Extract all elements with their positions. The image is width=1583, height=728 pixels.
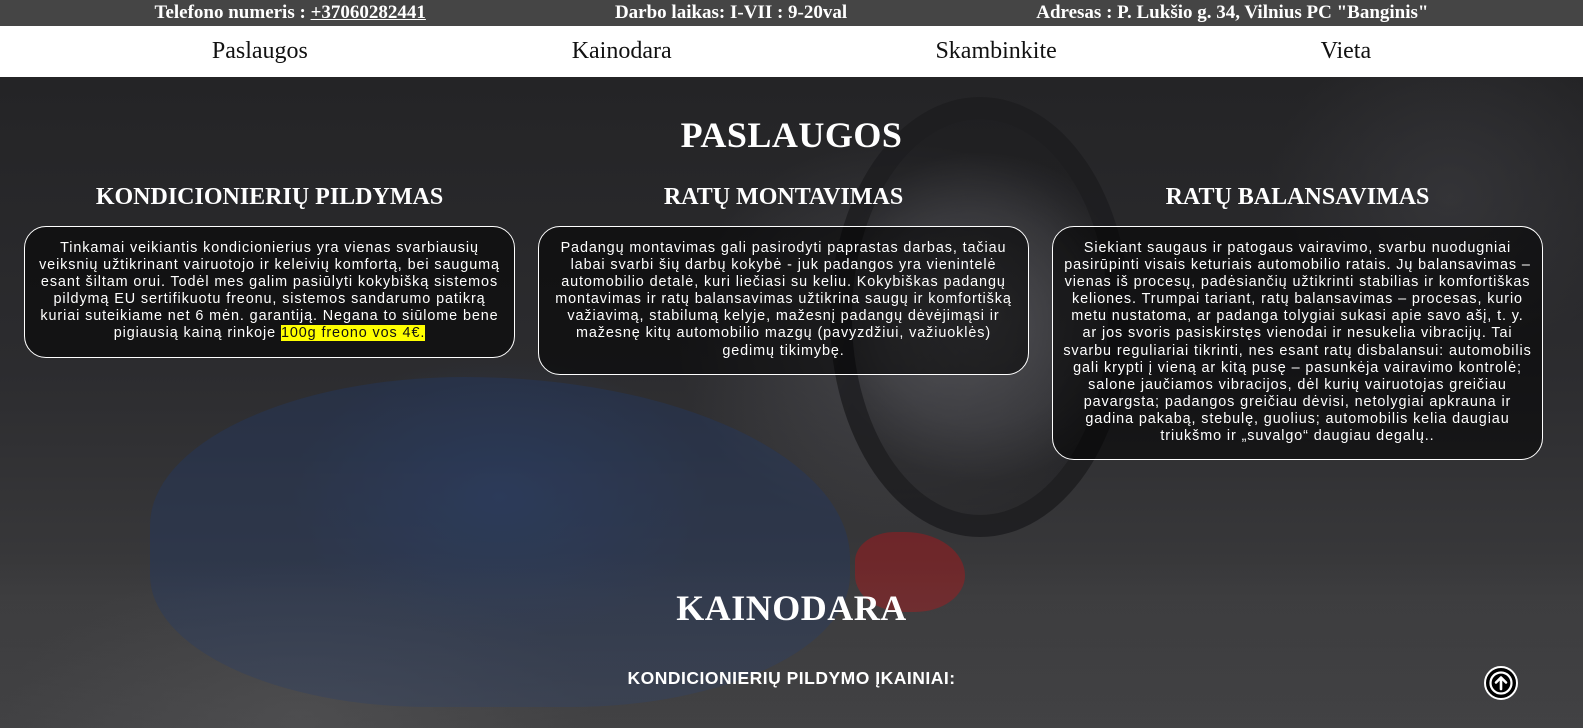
scroll-to-top-button[interactable] xyxy=(1484,666,1518,700)
service-text: Padangų montavimas gali pasirodyti papra… xyxy=(555,240,1012,359)
nav-item-skambinkite[interactable]: Skambinkite xyxy=(935,38,1056,65)
service-card-wheel-balancing: RATŲ BALANSAVIMAS Siekiant saugaus ir pa… xyxy=(1052,182,1543,461)
price-highlight: 100g freono vos 4€. xyxy=(280,325,426,342)
arrow-up-circle-icon xyxy=(1489,671,1513,695)
service-description: Tinkamai veikiantis kondicionierius yra … xyxy=(24,226,515,358)
service-text: Tinkamai veikiantis kondicionierius yra … xyxy=(39,240,500,342)
nav-item-kainodara[interactable]: Kainodara xyxy=(572,38,672,65)
service-card-ac: KONDICIONIERIŲ PILDYMAS Tinkamai veikian… xyxy=(24,182,515,358)
phone-info: Telefono numeris : +37060282441 xyxy=(155,2,426,24)
service-text: Siekiant saugaus ir patogaus vairavimo, … xyxy=(1063,240,1532,445)
contact-bar: Telefono numeris : +37060282441 Darbo la… xyxy=(0,0,1583,26)
main-nav: Paslaugos Kainodara Skambinkite Vieta xyxy=(0,26,1583,77)
nav-item-paslaugos[interactable]: Paslaugos xyxy=(212,38,308,65)
background-floor xyxy=(0,557,1583,728)
nav-item-vieta[interactable]: Vieta xyxy=(1321,38,1372,65)
service-description: Padangų montavimas gali pasirodyti papra… xyxy=(538,226,1029,375)
service-title: RATŲ MONTAVIMAS xyxy=(663,184,904,210)
pricing-subtitle: KONDICIONIERIŲ PILDYMO ĮKAINIAI: xyxy=(627,668,956,688)
working-hours: Darbo laikas: I-VII : 9-20val xyxy=(614,2,848,23)
service-description: Siekiant saugaus ir patogaus vairavimo, … xyxy=(1052,226,1543,461)
service-title: KONDICIONIERIŲ PILDYMAS xyxy=(95,184,444,210)
service-title: RATŲ BALANSAVIMAS xyxy=(1165,184,1430,210)
service-card-tire-mounting: RATŲ MONTAVIMAS Padangų montavimas gali … xyxy=(538,182,1029,375)
phone-label: Telefono numeris : xyxy=(154,2,306,23)
address: Adresas : P. Lukšio g. 34, Vilnius PC "B… xyxy=(1036,2,1429,23)
phone-link[interactable]: +37060282441 xyxy=(311,2,426,23)
pricing-title: KAINODARA xyxy=(676,588,907,628)
services-grid: KONDICIONIERIŲ PILDYMAS Tinkamai veikian… xyxy=(24,182,1559,502)
services-title: PASLAUGOS xyxy=(680,115,903,155)
